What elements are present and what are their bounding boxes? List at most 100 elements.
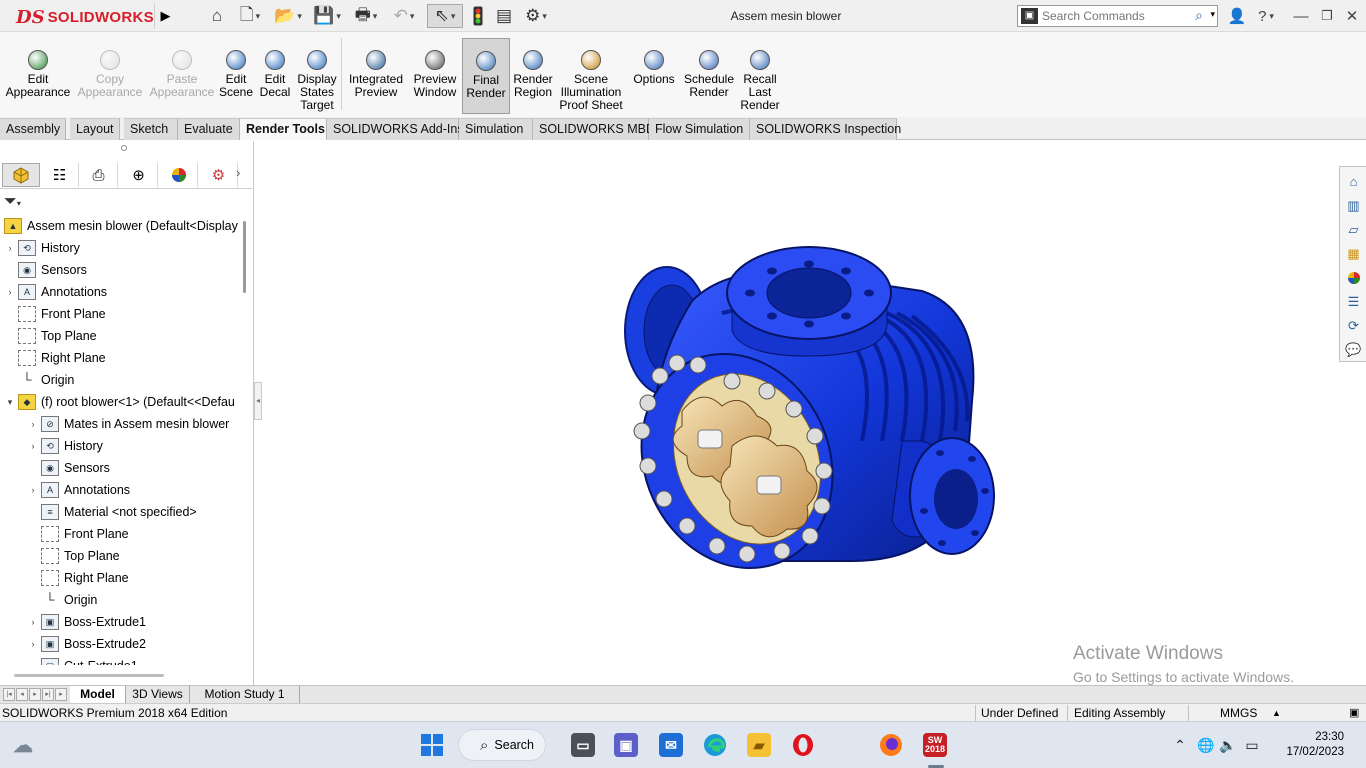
- command-tab-simulation[interactable]: Simulation: [459, 118, 533, 140]
- expand-arrow-icon[interactable]: ›: [4, 281, 16, 303]
- last-tab-arrow-icon[interactable]: ▸|: [42, 688, 54, 701]
- next-tab-arrow-icon[interactable]: ▸: [29, 688, 41, 701]
- user-account-icon[interactable]: 👤: [1228, 5, 1247, 27]
- prev-tab-arrow-icon[interactable]: ◂: [16, 688, 28, 701]
- taskbar-clock[interactable]: 23:30 17/02/2023: [1280, 730, 1344, 760]
- tree-item[interactable]: ›▢ Cut-Extrude1: [27, 655, 138, 665]
- tree-item[interactable]: ◉ Sensors: [4, 259, 87, 281]
- tree-vertical-scrollbar[interactable]: [243, 221, 246, 293]
- minimize-icon[interactable]: —: [1292, 5, 1310, 27]
- restore-icon[interactable]: ❐: [1318, 5, 1336, 27]
- appearances-scenes-icon[interactable]: [1343, 267, 1364, 288]
- file-explorer-icon[interactable]: ▱: [1343, 219, 1364, 240]
- tree-item[interactable]: › A Annotations: [27, 479, 130, 501]
- expand-arrow-icon[interactable]: ›: [27, 435, 39, 457]
- expand-arrow-icon[interactable]: ▾: [4, 391, 16, 413]
- volume-icon[interactable]: 🔈: [1217, 737, 1239, 754]
- battery-icon[interactable]: ▭: [1239, 737, 1265, 754]
- firefox-browser-icon[interactable]: [879, 733, 903, 757]
- ribbon-button-display-states-target[interactable]: Display States Target: [296, 38, 338, 114]
- solidworks-resources-icon[interactable]: ⌂: [1343, 171, 1364, 192]
- first-tab-arrow-icon[interactable]: |◂: [3, 688, 15, 701]
- expand-arrow-icon[interactable]: ›: [27, 479, 39, 501]
- ribbon-button-final-render[interactable]: Final Render: [462, 38, 510, 114]
- tree-item[interactable]: › ▣ Boss-Extrude1: [27, 611, 146, 633]
- blower-assembly-model[interactable]: [262, 141, 1339, 685]
- configuration-manager-tab-icon[interactable]: ⎙: [80, 163, 118, 187]
- magnifier-icon[interactable]: ⌕: [1195, 7, 1203, 24]
- command-tab-layout[interactable]: Layout: [70, 118, 120, 140]
- ribbon-button-scene-illumination-proof-sheet[interactable]: Scene Illumination Proof Sheet: [558, 38, 624, 114]
- ribbon-button-edit-decal[interactable]: Edit Decal: [257, 38, 293, 114]
- language-globe-icon[interactable]: 🌐: [1195, 737, 1217, 754]
- search-input[interactable]: [1042, 8, 1192, 24]
- command-tab-render-tools[interactable]: Render Tools: [240, 118, 327, 140]
- model-tab-model[interactable]: Model: [70, 686, 126, 703]
- tree-item[interactable]: › ⊘ Mates in Assem mesin blower: [27, 413, 229, 435]
- display-manager-tab-icon[interactable]: [160, 163, 198, 187]
- ribbon-button-copy-appearance[interactable]: Copy Appearance: [78, 38, 142, 114]
- command-tab-sketch[interactable]: Sketch: [124, 118, 178, 140]
- expand-arrow-icon[interactable]: ›: [4, 237, 16, 259]
- command-tab-evaluate[interactable]: Evaluate: [178, 118, 240, 140]
- expand-arrow-icon[interactable]: ›: [27, 413, 39, 435]
- file-explorer-taskbar-icon[interactable]: ▰: [747, 733, 771, 757]
- tree-item[interactable]: Right Plane: [27, 567, 129, 589]
- ribbon-button-integrated-preview[interactable]: Integrated Preview: [345, 38, 407, 114]
- tree-item[interactable]: Right Plane: [4, 347, 106, 369]
- dimxpert-manager-tab-icon[interactable]: ⊕: [120, 163, 158, 187]
- command-tab-solidworks-inspection[interactable]: SOLIDWORKS Inspection: [750, 118, 901, 140]
- tree-item[interactable]: ▾ ◆ (f) root blower<1> (Default<<Defau: [4, 391, 235, 413]
- ribbon-button-schedule-render[interactable]: Schedule Render: [682, 38, 736, 114]
- ribbon-button-edit-scene[interactable]: Edit Scene: [216, 38, 256, 114]
- model-tab-3d-views[interactable]: 3D Views: [126, 686, 190, 703]
- file-properties-icon[interactable]: ▤: [493, 4, 515, 28]
- tree-item[interactable]: › ⟲ History: [4, 237, 80, 259]
- undo-icon[interactable]: ↶: [387, 4, 421, 28]
- tree-root-assembly[interactable]: ▲ Assem mesin blower (Default<Display S: [2, 215, 240, 237]
- tree-item[interactable]: └ Origin: [27, 589, 97, 611]
- solidworks-forum-icon[interactable]: ⟳: [1343, 315, 1364, 336]
- ribbon-button-recall-last-render[interactable]: Recall Last Render: [738, 38, 782, 114]
- cam-manager-tab-icon[interactable]: ⚙: [200, 163, 238, 187]
- expand-arrow-icon[interactable]: ›: [27, 655, 39, 665]
- menu-expand-arrow-icon[interactable]: ▶: [154, 3, 176, 29]
- solidworks-taskbar-icon[interactable]: SW 2018: [923, 733, 947, 757]
- expand-arrow-icon[interactable]: ›: [27, 611, 39, 633]
- tree-item[interactable]: Top Plane: [27, 545, 120, 567]
- graphics-viewport[interactable]: Activate Windows Go to Settings to activ…: [262, 141, 1339, 685]
- design-library-icon[interactable]: ▥: [1343, 195, 1364, 216]
- ribbon-button-preview-window[interactable]: Preview Window: [409, 38, 461, 114]
- mail-icon[interactable]: ✉: [659, 733, 683, 757]
- panel-splitter-handle[interactable]: [121, 145, 127, 151]
- options-gear-icon[interactable]: ⚙: [519, 4, 553, 28]
- open-folder-icon[interactable]: 📂: [271, 4, 305, 28]
- tree-item[interactable]: ≡ Material <not specified>: [27, 501, 197, 523]
- tree-horizontal-scrollbar[interactable]: [14, 674, 164, 677]
- edge-browser-icon[interactable]: [703, 733, 727, 757]
- panel-collapse-handle[interactable]: ◂: [254, 382, 262, 420]
- search-dropdown-icon[interactable]: ▾: [1210, 9, 1215, 20]
- help-icon[interactable]: ? ▾: [1252, 5, 1280, 27]
- solidworks-logo[interactable]: DS SOLIDWORKS: [16, 6, 154, 28]
- windows-start-icon[interactable]: [420, 733, 444, 757]
- status-help-icon[interactable]: ▣: [1349, 706, 1359, 719]
- weather-widget-icon[interactable]: ☁: [11, 733, 35, 757]
- tree-item[interactable]: Front Plane: [27, 523, 129, 545]
- tabs-scroll-right-icon[interactable]: ›: [236, 165, 240, 180]
- custom-properties-icon[interactable]: ☰: [1343, 291, 1364, 312]
- ribbon-button-paste-appearance[interactable]: Paste Appearance: [150, 38, 214, 114]
- tree-filter-icon[interactable]: ⏷: [4, 193, 21, 211]
- ribbon-button-options[interactable]: Options: [629, 38, 679, 114]
- property-manager-tab-icon[interactable]: ☷: [41, 163, 79, 187]
- tree-item[interactable]: Front Plane: [4, 303, 106, 325]
- model-tab-motion-study-1[interactable]: Motion Study 1: [190, 686, 300, 703]
- home-icon[interactable]: ⌂: [206, 4, 228, 28]
- tree-item[interactable]: › A Annotations: [4, 281, 107, 303]
- view-palette-icon[interactable]: ▦: [1343, 243, 1364, 264]
- command-tab-solidworks-add-ins[interactable]: SOLIDWORKS Add-Ins: [327, 118, 464, 140]
- ribbon-button-edit-appearance[interactable]: Edit Appearance: [6, 38, 70, 114]
- rebuild-traffic-light-icon[interactable]: [468, 4, 488, 28]
- command-tab-solidworks-mbd[interactable]: SOLIDWORKS MBD: [533, 118, 655, 140]
- show-hidden-icons-icon[interactable]: ⌃: [1165, 737, 1195, 754]
